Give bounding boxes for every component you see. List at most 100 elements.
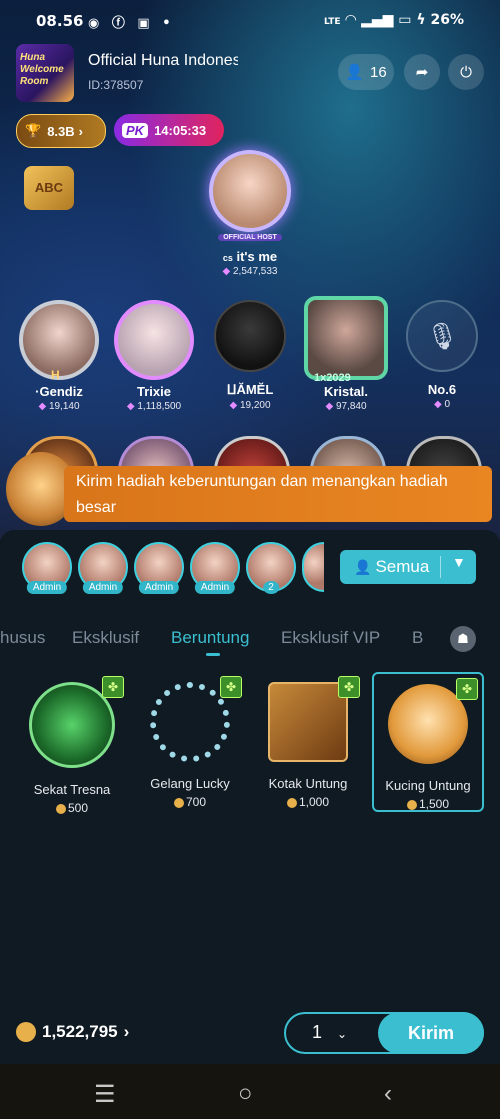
seat-3[interactable]: ⵡĂMĔL ◆ 19,200	[204, 300, 296, 411]
chevron-down-icon[interactable]: ▼	[452, 554, 466, 570]
coin-icon	[286, 797, 297, 808]
host-score: ◆ 2,547,533	[204, 266, 296, 277]
network-label: LTE	[323, 17, 341, 27]
balance-value: 1,522,795	[42, 1022, 118, 1041]
status-bar: 08.56 ◉ ⓕ ▣ • LTE ◠ ▂▄▆ ▭ ϟ 26%	[0, 0, 500, 40]
charging-icon: ϟ	[416, 12, 426, 28]
gift-name: Gelang Lucky	[150, 776, 230, 791]
seat-name: ⵡĂMĔL	[226, 382, 274, 397]
seat-name: No.6	[427, 382, 457, 397]
gift-price: 500	[16, 801, 128, 815]
viewer-avatar[interactable]: Admin	[134, 542, 184, 594]
active-tab-indicator	[206, 653, 220, 656]
gift-item[interactable]: ✤ Kotak Untung 1,000	[252, 672, 364, 812]
quantity-selector[interactable]: 1 ⌄	[312, 1022, 347, 1043]
notification-icons: ◉ ⓕ ▣ •	[88, 16, 175, 31]
host-prefix: cs	[222, 253, 233, 263]
user-icon: 👤	[354, 558, 372, 575]
seat-5[interactable]: 🎙 No.6 ◆ 0	[396, 300, 488, 410]
host-avatar	[209, 150, 291, 232]
gem-icon: ◆	[433, 399, 442, 410]
share-button[interactable]: ➦	[404, 54, 440, 90]
filter-label: Semua	[375, 557, 430, 576]
battery-icon: ▭	[398, 12, 412, 28]
viewer-avatar[interactable]: 2	[246, 542, 296, 594]
seat-score: ◆ 19,200	[204, 400, 296, 411]
viewer-avatar[interactable]: Admin	[190, 542, 240, 594]
coin-icon	[173, 797, 184, 808]
send-button[interactable]: Kirim	[378, 1012, 484, 1054]
gift-item[interactable]: ✤ Gelang Lucky 700	[134, 672, 246, 812]
seat-avatar	[114, 300, 194, 380]
trophy-pill[interactable]: 🏆 8.3B ›	[16, 114, 106, 148]
recents-icon[interactable]: ☰	[94, 1080, 116, 1109]
pk-pill[interactable]: PK 14:05:33	[114, 114, 224, 146]
tab-eksklusif[interactable]: Eksklusif	[72, 628, 139, 648]
lucky-badge-icon: ✤	[220, 676, 242, 698]
viewer-avatar[interactable]: Admin	[78, 542, 128, 594]
banner-text: Kirim hadiah keberuntungan dan menangkan…	[76, 473, 448, 516]
share-icon: ➦	[415, 64, 429, 81]
room-name[interactable]: Official Huna Indonesia	[88, 52, 238, 70]
room-thumbnail[interactable]: Huna Welcome Room	[16, 44, 74, 102]
viewer-avatar[interactable]: Admin	[22, 542, 72, 594]
seat-score-value: 19,200	[239, 400, 271, 411]
seat-score-value: 97,840	[335, 401, 367, 412]
gift-tabs: husus Eksklusif Beruntung Eksklusif VIP …	[0, 620, 500, 660]
lucky-badge-icon: ✤	[102, 676, 124, 698]
tab-eksklusif-vip[interactable]: Eksklusif VIP	[281, 628, 380, 648]
gift-price: 1,000	[252, 795, 364, 809]
viewer-tag: Admin	[138, 581, 180, 594]
exit-button[interactable]: ⏻	[448, 54, 484, 90]
signal-icon: ▂▄▆	[361, 12, 394, 28]
seat-1[interactable]: H ·Gendiz ◆ 19,140	[13, 300, 105, 412]
viewer-tag: Admin	[82, 581, 124, 594]
viewer-tag: Admin	[194, 581, 236, 594]
battery-percent: 26%	[430, 12, 464, 28]
gift-price-value: 1,500	[418, 797, 450, 811]
home-icon[interactable]: ○	[238, 1080, 253, 1108]
system-nav-bar: ☰ ○ ‹	[0, 1064, 500, 1119]
coin-icon	[55, 803, 66, 814]
coin-icon	[406, 799, 417, 810]
seat-name: Kristal.	[323, 384, 369, 399]
tab-more[interactable]: B	[412, 628, 423, 648]
seat-score: ◆ 1,118,500	[108, 401, 200, 412]
frame-badge: 1x2029	[314, 372, 351, 384]
seat-score-value: 19,140	[48, 401, 80, 412]
seat-score: ◆ 97,840	[300, 401, 392, 412]
viewer-tag: Admin	[26, 581, 68, 594]
gift-price: 1,500	[374, 797, 482, 811]
game-icon[interactable]: ABC	[24, 166, 74, 210]
microphone-icon: 🎙	[425, 321, 459, 351]
gift-item-selected[interactable]: ✤ Kucing Untung 1,500	[372, 672, 484, 812]
coin-icon	[16, 1022, 36, 1042]
frame-badge: H	[51, 368, 60, 382]
viewer-count-button[interactable]: 👤 16	[338, 54, 394, 90]
trophy-icon: 🏆	[25, 123, 42, 138]
seat-score-value: 0	[444, 399, 451, 410]
seat-name: Trixie	[137, 384, 171, 399]
tab-khusus[interactable]: husus	[0, 628, 45, 648]
tab-beruntung[interactable]: Beruntung	[171, 628, 249, 648]
coin-balance[interactable]: 1,522,795 ›	[16, 1022, 129, 1042]
gift-item[interactable]: ✤ Sekat Tresna 500	[16, 672, 128, 815]
pk-label: PK	[122, 122, 149, 138]
recipient-filter[interactable]: 👤 Semua ▼	[340, 550, 476, 584]
chevron-down-icon: ⌄	[337, 1027, 348, 1041]
host-name-text: it's me	[236, 249, 278, 264]
status-right: LTE ◠ ▂▄▆ ▭ ϟ 26%	[324, 12, 464, 28]
seat-score-value: 1,118,500	[137, 401, 182, 412]
chevron-right-icon: ›	[123, 1022, 130, 1041]
lucky-badge-icon: ✤	[338, 676, 360, 698]
back-icon[interactable]: ‹	[384, 1080, 392, 1108]
host-seat[interactable]: OFFICIAL HOST cs it's me ◆ 2,547,533	[204, 150, 296, 277]
seat-2[interactable]: Trixie ◆ 1,118,500	[108, 300, 200, 412]
seat-4[interactable]: 1x2029 Kristal. ◆ 97,840	[300, 296, 392, 412]
seat-avatar: 1x2029	[304, 296, 388, 384]
lucky-gift-banner[interactable]: Kirim hadiah keberuntungan dan menangkan…	[64, 466, 492, 522]
power-icon: ⏻	[460, 63, 472, 81]
seat-avatar: 🎙	[406, 300, 478, 372]
backpack-icon[interactable]: ☗	[450, 626, 476, 652]
quantity-value: 1	[312, 1022, 323, 1042]
